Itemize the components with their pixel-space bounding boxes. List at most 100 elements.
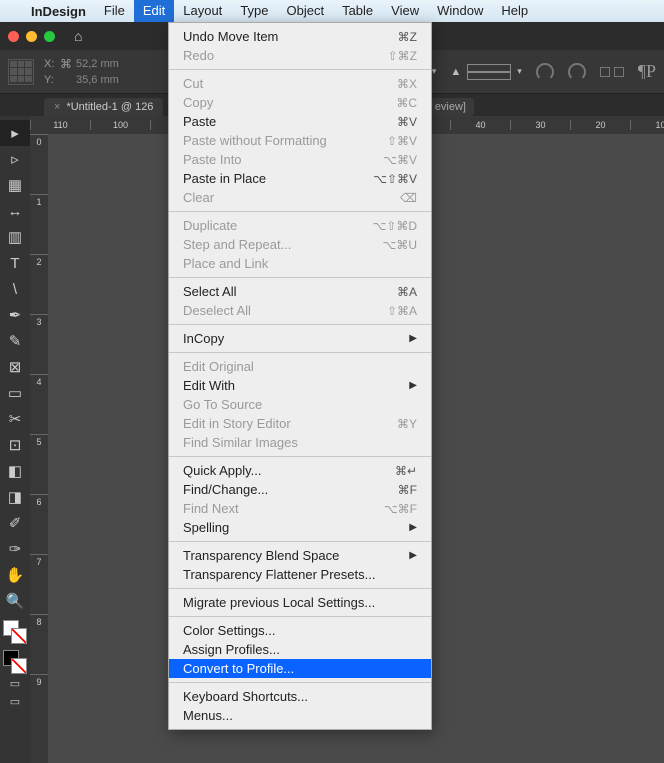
menu-item-shortcut: ⌥⌘F <box>384 502 417 516</box>
menu-help[interactable]: Help <box>492 0 537 22</box>
stroke-style-dropdown[interactable]: ▲▾ <box>450 64 521 80</box>
menu-item-undo-move-item[interactable]: Undo Move Item⌘Z <box>169 27 431 46</box>
rotate-ccw-icon[interactable] <box>536 63 554 81</box>
tool-gradient-feather[interactable]: ◨ <box>0 484 30 510</box>
menu-item-convert-to-profile[interactable]: Convert to Profile... <box>169 659 431 678</box>
menu-edit[interactable]: Edit <box>134 0 174 22</box>
preview-mode-button[interactable]: ▭ <box>0 692 30 710</box>
flip-vertical-icon[interactable] <box>614 67 624 77</box>
app-name[interactable]: InDesign <box>22 4 95 19</box>
menu-item-go-to-source: Go To Source <box>169 395 431 414</box>
normal-mode-button[interactable]: ▭ <box>0 674 30 692</box>
menu-item-transparency-blend-space[interactable]: Transparency Blend Space▶ <box>169 546 431 565</box>
document-tab[interactable]: × *Untitled-1 @ 126 <box>44 98 163 116</box>
tool-rectangle[interactable]: ▭ <box>0 380 30 406</box>
tool-pen[interactable]: ✒ <box>0 302 30 328</box>
close-tab-icon[interactable]: × <box>54 101 60 113</box>
menu-item-label: Migrate previous Local Settings... <box>183 595 417 610</box>
menu-separator <box>169 352 431 353</box>
menu-window[interactable]: Window <box>428 0 492 22</box>
reference-point-grid[interactable] <box>8 59 34 85</box>
tool-zoom[interactable]: 🔍 <box>0 588 30 614</box>
menu-item-label: Transparency Blend Space <box>183 548 409 563</box>
tool-free-transform[interactable]: ⊡ <box>0 432 30 458</box>
vruler-tick: 1 <box>30 194 48 254</box>
rotate-cw-icon[interactable] <box>568 63 586 81</box>
menu-item-transparency-flattener-presets[interactable]: Transparency Flattener Presets... <box>169 565 431 584</box>
coordinate-readout: X:⌘52,2 mm Y:⌘35,6 mm <box>44 57 119 87</box>
menu-item-shortcut: ⌘↵ <box>395 464 417 478</box>
formatting-affects-swatch[interactable] <box>3 650 27 674</box>
menu-item-label: InCopy <box>183 331 409 346</box>
tool-gradient-swatch[interactable]: ◧ <box>0 458 30 484</box>
flip-horizontal-icon[interactable] <box>600 67 610 77</box>
menu-item-shortcut: ⌥⇧⌘V <box>373 172 417 186</box>
tool-gap[interactable]: ↔ <box>0 198 30 224</box>
tool-line[interactable]: \ <box>0 276 30 302</box>
menu-item-assign-profiles[interactable]: Assign Profiles... <box>169 640 431 659</box>
menu-item-incopy[interactable]: InCopy▶ <box>169 329 431 348</box>
tool-page[interactable]: ▦ <box>0 172 30 198</box>
menu-item-paste-into: Paste Into⌥⌘V <box>169 150 431 169</box>
fill-stroke-swatch[interactable] <box>3 620 27 644</box>
tools-panel: ▸▹▦↔▥T\✒✎⊠▭✂⊡◧◨✐✑✋🔍▭▭ <box>0 116 30 763</box>
menu-type[interactable]: Type <box>231 0 277 22</box>
menu-table[interactable]: Table <box>333 0 382 22</box>
menu-view[interactable]: View <box>382 0 428 22</box>
menu-item-redo: Redo⇧⌘Z <box>169 46 431 65</box>
menu-item-label: Find Next <box>183 501 384 516</box>
menu-item-color-settings[interactable]: Color Settings... <box>169 621 431 640</box>
menu-item-menus[interactable]: Menus... <box>169 706 431 725</box>
menu-item-quick-apply[interactable]: Quick Apply...⌘↵ <box>169 461 431 480</box>
menu-item-label: Cut <box>183 76 397 91</box>
menu-layout[interactable]: Layout <box>174 0 231 22</box>
menu-separator <box>169 616 431 617</box>
menu-item-label: Convert to Profile... <box>183 661 417 676</box>
tool-eyedropper[interactable]: ✑ <box>0 536 30 562</box>
menu-separator <box>169 588 431 589</box>
menu-item-paste-in-place[interactable]: Paste in Place⌥⇧⌘V <box>169 169 431 188</box>
menu-item-label: Color Settings... <box>183 623 417 638</box>
minimize-window-button[interactable] <box>26 31 37 42</box>
tool-note[interactable]: ✐ <box>0 510 30 536</box>
menu-item-label: Select All <box>183 284 397 299</box>
menu-item-label: Copy <box>183 95 396 110</box>
close-window-button[interactable] <box>8 31 19 42</box>
menu-file[interactable]: File <box>95 0 134 22</box>
tool-selection[interactable]: ▸ <box>0 120 30 146</box>
menu-item-spelling[interactable]: Spelling▶ <box>169 518 431 537</box>
home-icon[interactable]: ⌂ <box>74 28 82 44</box>
menu-item-label: Duplicate <box>183 218 372 233</box>
y-value[interactable]: 35,6 mm <box>76 74 119 86</box>
menu-item-label: Find/Change... <box>183 482 398 497</box>
tool-type[interactable]: T <box>0 250 30 276</box>
tool-pencil[interactable]: ✎ <box>0 328 30 354</box>
menu-item-find-change[interactable]: Find/Change...⌘F <box>169 480 431 499</box>
menu-item-select-all[interactable]: Select All⌘A <box>169 282 431 301</box>
preview-tag[interactable]: eview] <box>427 98 474 116</box>
menu-item-label: Paste in Place <box>183 171 373 186</box>
paragraph-style-icon[interactable]: ¶P <box>638 61 656 82</box>
vruler-tick: 2 <box>30 254 48 314</box>
menu-item-migrate-previous-local-settings[interactable]: Migrate previous Local Settings... <box>169 593 431 612</box>
tool-hand[interactable]: ✋ <box>0 562 30 588</box>
tool-content-collector[interactable]: ▥ <box>0 224 30 250</box>
menu-item-shortcut: ⌘V <box>397 115 417 129</box>
tool-rectangle-frame[interactable]: ⊠ <box>0 354 30 380</box>
menu-item-paste-without-formatting: Paste without Formatting⇧⌘V <box>169 131 431 150</box>
menu-item-copy: Copy⌘C <box>169 93 431 112</box>
menu-item-place-and-link: Place and Link <box>169 254 431 273</box>
menu-item-keyboard-shortcuts[interactable]: Keyboard Shortcuts... <box>169 687 431 706</box>
link-icon[interactable]: ⌘ <box>60 57 72 71</box>
x-value[interactable]: 52,2 mm <box>76 58 119 70</box>
menu-item-clear: Clear⌫ <box>169 188 431 207</box>
tool-direct-selection[interactable]: ▹ <box>0 146 30 172</box>
menu-item-edit-with[interactable]: Edit With▶ <box>169 376 431 395</box>
menu-item-label: Transparency Flattener Presets... <box>183 567 417 582</box>
menu-item-duplicate: Duplicate⌥⇧⌘D <box>169 216 431 235</box>
hruler-tick: 20 <box>570 120 630 130</box>
menu-item-paste[interactable]: Paste⌘V <box>169 112 431 131</box>
zoom-window-button[interactable] <box>44 31 55 42</box>
menu-object[interactable]: Object <box>278 0 334 22</box>
tool-scissors[interactable]: ✂ <box>0 406 30 432</box>
